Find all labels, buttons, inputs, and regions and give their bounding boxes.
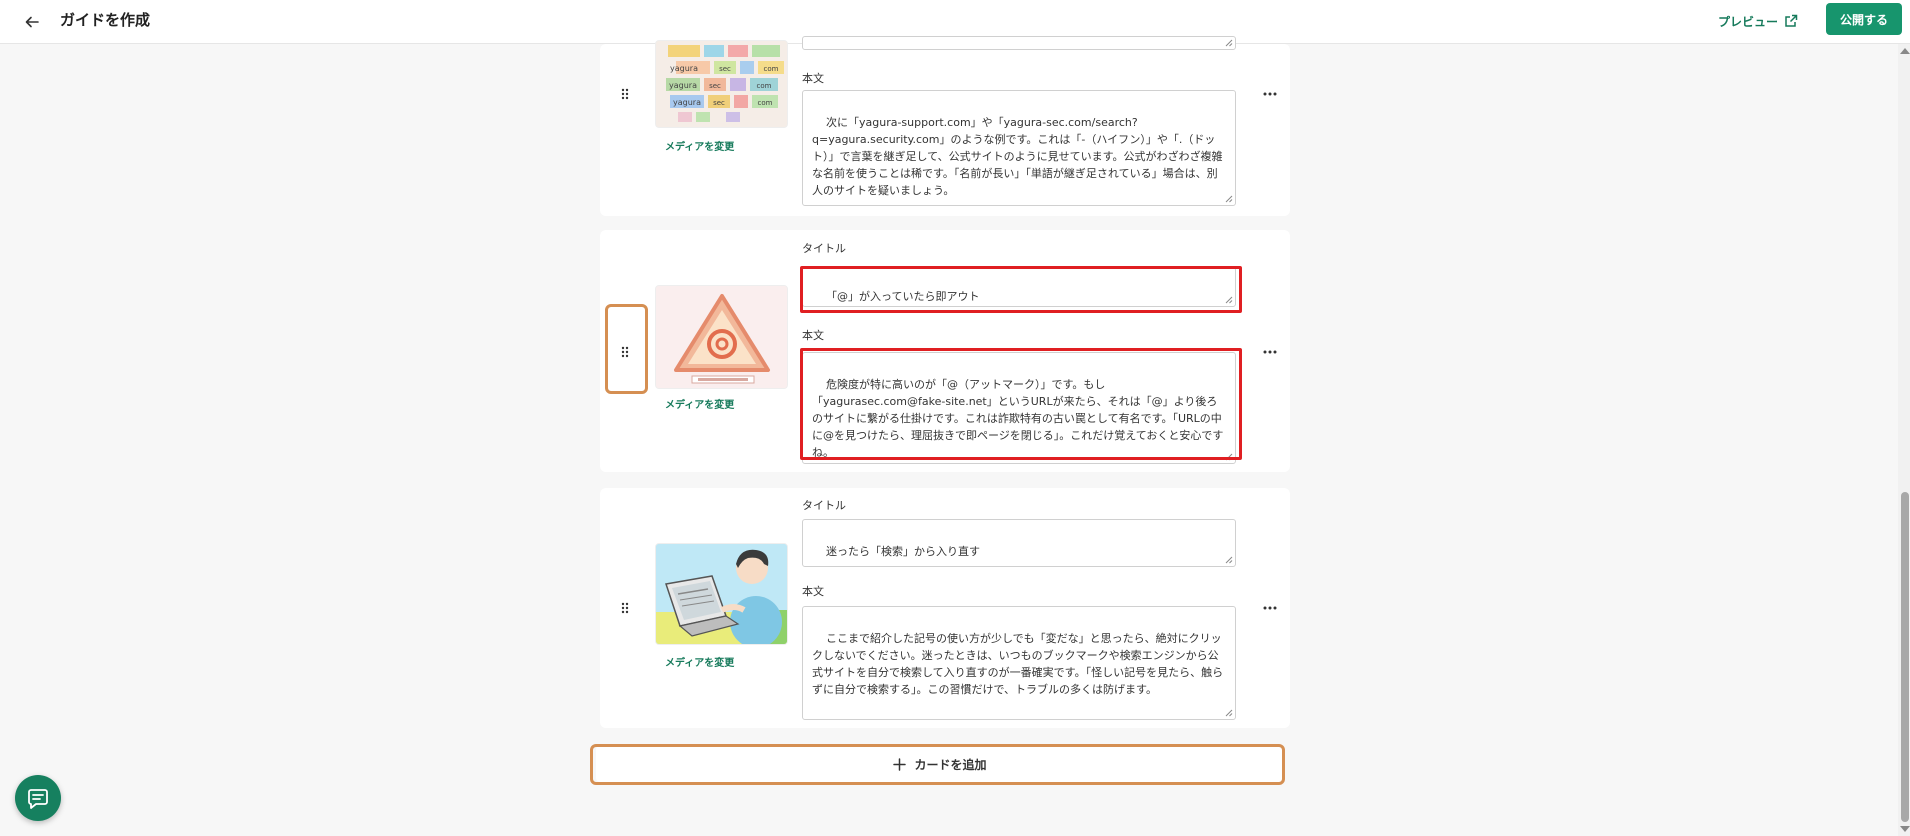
more-options-button[interactable] — [1260, 342, 1280, 362]
change-media-link[interactable]: メディアを変更 — [665, 657, 734, 671]
drag-handle[interactable] — [615, 84, 635, 104]
ellipsis-icon — [1263, 350, 1277, 354]
svg-text:yagura: yagura — [673, 98, 701, 107]
chat-button[interactable] — [15, 775, 61, 821]
preview-button[interactable]: プレビュー — [1718, 9, 1798, 33]
more-options-button[interactable] — [1260, 598, 1280, 618]
body-label: 本文 — [802, 329, 824, 342]
card-image-person-laptop — [655, 543, 788, 645]
body-label: 本文 — [802, 585, 824, 598]
highlight-add-card — [590, 744, 1285, 785]
svg-text:com: com — [757, 82, 772, 90]
svg-text:sec: sec — [719, 65, 731, 73]
resize-grip-icon[interactable] — [1224, 708, 1233, 717]
title-textarea[interactable]: 迷ったら「検索」から入り直す — [802, 519, 1236, 567]
change-media-link[interactable]: メディアを変更 — [665, 141, 734, 155]
preview-label: プレビュー — [1718, 14, 1779, 29]
svg-text:sec: sec — [713, 99, 725, 107]
prev-title-field-bottom[interactable] — [802, 36, 1236, 50]
card-image-blocks: yagura sec com yagura sec com yagura sec… — [655, 40, 788, 128]
svg-text:yagura: yagura — [669, 81, 697, 90]
external-link-icon — [1785, 14, 1798, 27]
scrollbar-thumb[interactable] — [1901, 492, 1909, 822]
body-text: 次に「yagura-support.com」や「yagura-sec.com/s… — [812, 116, 1223, 197]
title-text: 迷ったら「検索」から入り直す — [826, 545, 980, 558]
resize-grip-icon[interactable] — [1224, 194, 1233, 203]
change-media-link[interactable]: メディアを変更 — [665, 399, 734, 413]
highlight-body-field — [800, 348, 1242, 460]
more-options-button[interactable] — [1260, 84, 1280, 104]
svg-text:com: com — [758, 99, 773, 107]
drag-dots-icon — [621, 88, 629, 100]
arrow-left-icon — [25, 16, 39, 28]
guide-card-1: yagura sec com yagura sec com yagura sec… — [600, 36, 1290, 216]
back-button[interactable] — [20, 10, 44, 34]
highlight-title-field — [800, 266, 1242, 313]
highlight-drag-handle — [605, 304, 648, 394]
svg-text:sec: sec — [709, 82, 721, 90]
title-label: タイトル — [802, 242, 846, 255]
chat-icon — [28, 789, 48, 809]
svg-text:yagura: yagura — [670, 64, 698, 73]
body-textarea[interactable]: 次に「yagura-support.com」や「yagura-sec.com/s… — [802, 90, 1236, 206]
ellipsis-icon — [1263, 606, 1277, 610]
body-textarea[interactable]: ここまで紹介した記号の使い方が少しでも「変だな」と思ったら、絶対にクリックしない… — [802, 606, 1236, 720]
scroll-up-arrow-icon[interactable] — [1900, 48, 1910, 54]
body-text: ここまで紹介した記号の使い方が少しでも「変だな」と思ったら、絶対にクリックしない… — [812, 632, 1224, 696]
drag-handle[interactable] — [615, 598, 635, 618]
scroll-down-arrow-icon[interactable] — [1900, 826, 1910, 832]
resize-grip-icon[interactable] — [1224, 38, 1233, 47]
title-label: タイトル — [802, 499, 846, 512]
guide-card-3: メディアを変更 タイトル 迷ったら「検索」から入り直す 本文 ここまで紹介した記… — [600, 488, 1290, 728]
ellipsis-icon — [1263, 92, 1277, 96]
svg-text:com: com — [764, 65, 779, 73]
publish-button[interactable]: 公開する — [1826, 3, 1902, 35]
drag-dots-icon — [621, 602, 629, 614]
card-image-at-warning — [655, 285, 788, 389]
body-label: 本文 — [802, 72, 824, 85]
resize-grip-icon[interactable] — [1224, 555, 1233, 564]
page-title: ガイドを作成 — [60, 11, 151, 29]
